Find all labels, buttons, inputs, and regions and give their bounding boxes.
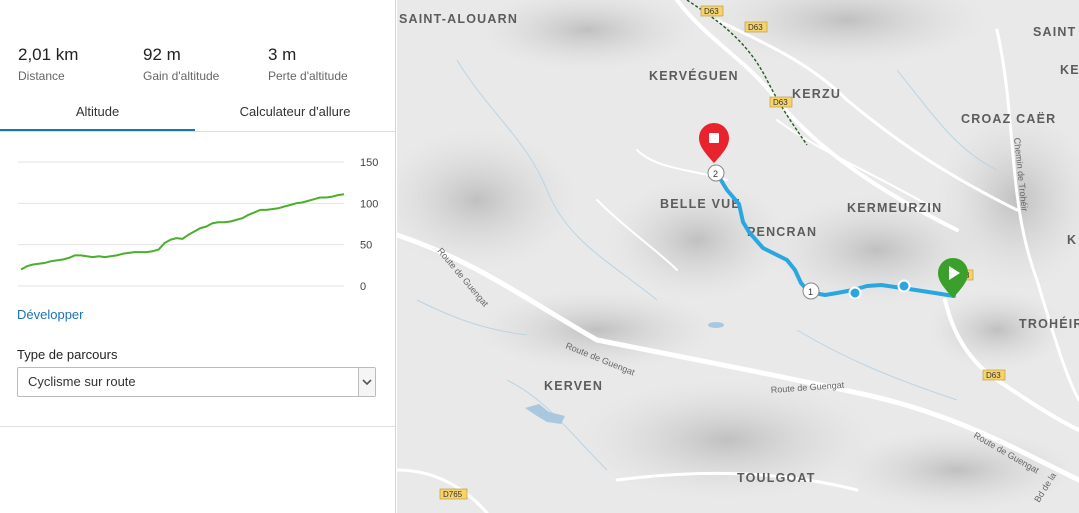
waypoint-marker[interactable] <box>897 279 911 293</box>
y-tick-label: 100 <box>360 198 378 210</box>
place-label: K <box>1067 233 1077 247</box>
place-label: TOULGOAT <box>737 471 816 485</box>
stop-icon <box>709 133 719 143</box>
place-label: BELLE VUE <box>660 197 741 211</box>
panel-divider <box>0 426 395 427</box>
map-view[interactable]: SAINT-ALOUARN KERVÉGUEN KERZU CROAZ CAËR… <box>397 0 1079 513</box>
stat-elevation-loss: 3 m Perte d'altitude <box>268 45 348 83</box>
km-marker-1[interactable]: 1 <box>802 282 820 300</box>
svg-text:D63: D63 <box>704 7 719 16</box>
place-label: KERMEURZIN <box>847 201 942 215</box>
place-label: SAINT-ALOUARN <box>399 12 518 26</box>
y-tick-label: 50 <box>360 240 372 252</box>
y-tick-label: 0 <box>360 281 366 293</box>
place-label: PENCRAN <box>747 225 817 239</box>
place-label: TROHÉIR <box>1019 316 1079 331</box>
route-panel: 2,01 km Distance 92 m Gain d'altitude 3 … <box>0 0 396 513</box>
route-stats: 2,01 km Distance 92 m Gain d'altitude 3 … <box>18 45 385 85</box>
panel-tabs: Altitude Calculateur d'allure <box>0 93 395 132</box>
svg-text:D765: D765 <box>443 490 463 499</box>
distance-label: Distance <box>18 69 65 83</box>
svg-text:D63: D63 <box>986 371 1001 380</box>
svg-text:2: 2 <box>713 169 718 179</box>
elevation-gain-value: 92 m <box>143 45 181 64</box>
elevation-gain-label: Gain d'altitude <box>143 69 220 83</box>
tab-pace-calculator[interactable]: Calculateur d'allure <box>195 93 395 130</box>
elevation-loss-value: 3 m <box>268 45 297 64</box>
place-label: KERZU <box>792 87 841 101</box>
place-label: KERVÉGUEN <box>649 68 739 83</box>
svg-text:D63: D63 <box>748 23 763 32</box>
route-type-label: Type de parcours <box>17 347 118 362</box>
stat-elevation-gain: 92 m Gain d'altitude <box>143 45 219 83</box>
road-shield: D63 <box>769 96 793 108</box>
map-canvas[interactable]: SAINT-ALOUARN KERVÉGUEN KERZU CROAZ CAËR… <box>397 0 1079 513</box>
tab-altitude[interactable]: Altitude <box>0 93 195 131</box>
road-shield: D63 <box>700 5 724 17</box>
waypoint-marker[interactable] <box>848 286 862 300</box>
elevation-line[interactable] <box>20 193 345 271</box>
elevation-loss-label: Perte d'altitude <box>268 69 348 83</box>
place-label: KERVEN <box>544 379 603 393</box>
road-shield: D63 <box>982 369 1006 381</box>
road-shield: D63 <box>744 21 768 33</box>
km-marker-2[interactable]: 2 <box>707 164 725 182</box>
chevron-down-icon <box>358 368 375 396</box>
develop-link[interactable]: Développer <box>17 307 84 322</box>
distance-value: 2,01 km <box>18 45 79 64</box>
route-type-select[interactable]: Cyclisme sur route <box>17 367 376 397</box>
road-shield: D765 <box>439 488 468 500</box>
svg-text:1: 1 <box>808 287 813 297</box>
stat-distance: 2,01 km Distance <box>18 45 78 83</box>
elevation-chart: 150 100 50 0 <box>18 157 378 293</box>
place-label: SAINT <box>1033 25 1077 39</box>
svg-text:D63: D63 <box>773 98 788 107</box>
y-tick-label: 150 <box>360 157 378 169</box>
place-label: KE <box>1060 63 1079 77</box>
route-type-value: Cyclisme sur route <box>28 374 136 389</box>
place-label: CROAZ CAËR <box>961 111 1056 126</box>
